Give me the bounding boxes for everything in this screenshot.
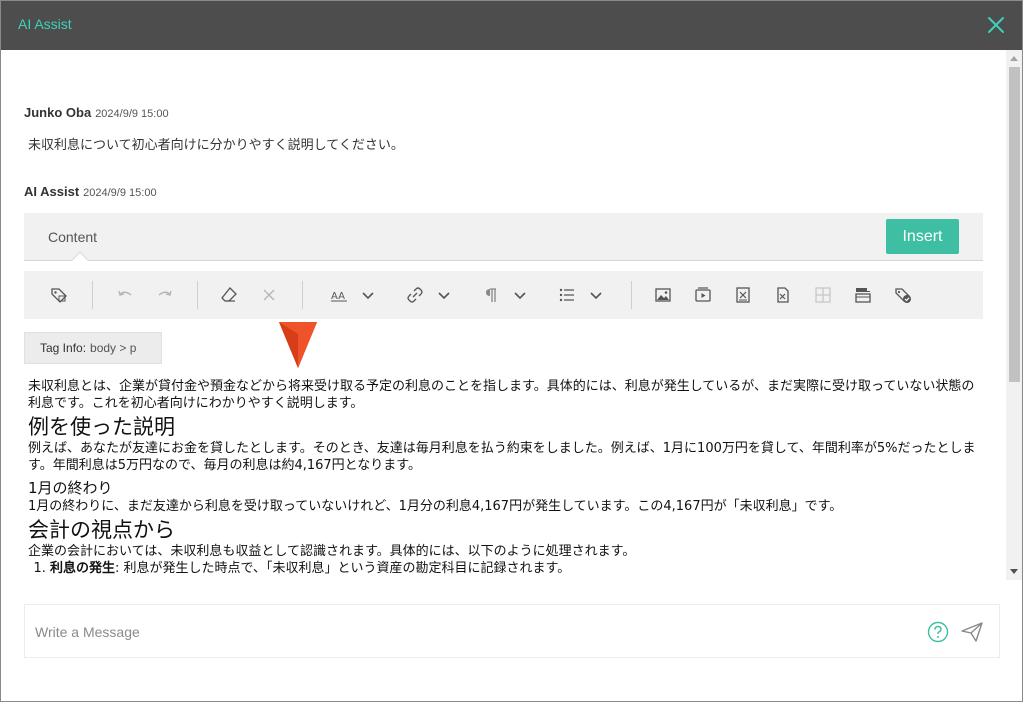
redo-icon[interactable]	[154, 284, 176, 306]
tag-info-panel: Tag Info: body > p	[24, 332, 162, 364]
editor-toolbar: AA	[24, 271, 983, 319]
list-icon[interactable]	[556, 284, 578, 306]
editor-tab-bar: Content Insert	[24, 213, 983, 269]
conversation-scroll-area[interactable]: Junko Oba 2024/9/9 15:00 未収利息について初心者向けに分か…	[1, 50, 1006, 580]
paragraph-icon[interactable]	[480, 284, 502, 306]
chevron-down-icon[interactable]	[512, 285, 528, 305]
doc-example: 例えば、あなたが友達にお金を貸したとします。そのとき、友達は毎月利息を払う約束を…	[28, 441, 976, 473]
close-icon[interactable]	[986, 15, 1006, 35]
toolbar-divider	[197, 281, 198, 309]
chevron-down-icon[interactable]	[436, 285, 452, 305]
excel-icon[interactable]	[772, 284, 794, 306]
help-icon[interactable]	[927, 621, 949, 643]
chevron-down-icon[interactable]	[588, 285, 604, 305]
video-icon[interactable]	[692, 284, 714, 306]
user-name: Junko Oba	[24, 105, 92, 120]
ai-assist-window: AI Assist Junko Oba 2024/9/9 15:00 未収利息につ…	[0, 0, 1023, 702]
image-icon[interactable]	[652, 284, 674, 306]
message-composer	[24, 604, 1000, 658]
assistant-name: AI Assist	[24, 184, 80, 199]
list-item-bold: 利息の発生	[50, 561, 116, 576]
clear-icon[interactable]	[258, 284, 280, 306]
toolbar-divider	[631, 281, 632, 309]
toolbar-divider	[302, 281, 303, 309]
eraser-icon[interactable]	[218, 284, 240, 306]
link-icon[interactable]	[404, 284, 426, 306]
tab-content[interactable]: Content	[48, 229, 97, 245]
doc-list: 利息の発生: 利息が発生した時点で、「未収利息」という資産の勘定科目に記録されま…	[50, 560, 978, 578]
font-size-icon[interactable]: AA	[328, 284, 350, 306]
scroll-down-icon[interactable]	[1010, 569, 1018, 574]
user-message-meta: Junko Oba 2024/9/9 15:00	[24, 105, 169, 120]
svg-text:AA: AA	[331, 291, 345, 302]
tag-info-path: body > p	[90, 341, 137, 355]
tab-indicator	[71, 251, 89, 269]
doc-accounting: 企業の会計においては、未収利息も収益として認識されます。具体的には、以下のように…	[28, 544, 636, 559]
doc-end-of-january: 1月の終わりに、まだ友達から利息を受け取っていないけれど、1月分の利息4,167…	[28, 499, 843, 514]
window-title: AI Assist	[18, 16, 72, 32]
doc-heading-end-of-january: 1月の終わり	[28, 479, 113, 497]
layout-icon[interactable]	[852, 284, 874, 306]
assistant-message-meta: AI Assist 2024/9/9 15:00	[24, 184, 157, 199]
undo-icon[interactable]	[114, 284, 136, 306]
message-input[interactable]	[35, 621, 915, 643]
doc-heading-accounting: 会計の視点から	[28, 518, 175, 542]
tag-check-icon[interactable]	[892, 284, 914, 306]
title-bar: AI Assist	[1, 1, 1022, 50]
doc-intro: 未収利息とは、企業が貸付金や預金などから将来受け取る予定の利息のことを指します。…	[28, 379, 975, 411]
assistant-message-time: 2024/9/9 15:00	[83, 187, 157, 199]
scroll-up-icon[interactable]	[1010, 56, 1018, 61]
drop-marker-icon	[279, 322, 317, 368]
tag-icon[interactable]	[48, 284, 70, 306]
table-icon[interactable]	[812, 284, 834, 306]
tag-info-label: Tag Info:	[40, 341, 87, 355]
user-message-text: 未収利息について初心者向けに分かりやすく説明してください。	[28, 138, 404, 153]
list-item-text: : 利息が発生した時点で、「未収利息」という資産の勘定科目に記録されます。	[115, 561, 571, 576]
send-icon[interactable]	[960, 620, 984, 644]
list-item: 利息の発生: 利息が発生した時点で、「未収利息」という資産の勘定科目に記録されま…	[50, 560, 978, 578]
vertical-scrollbar[interactable]	[1006, 50, 1022, 580]
insert-x-icon[interactable]	[732, 284, 754, 306]
scrollbar-thumb[interactable]	[1009, 67, 1020, 382]
user-message-time: 2024/9/9 15:00	[95, 108, 169, 120]
toolbar-divider	[92, 281, 93, 309]
editor-document[interactable]: 未収利息とは、企業が貸付金や預金などから将来受け取る予定の利息のことを指します。…	[28, 378, 978, 578]
insert-button[interactable]: Insert	[886, 219, 959, 254]
doc-heading-example: 例を使った説明	[28, 415, 175, 439]
chevron-down-icon[interactable]	[360, 285, 376, 305]
